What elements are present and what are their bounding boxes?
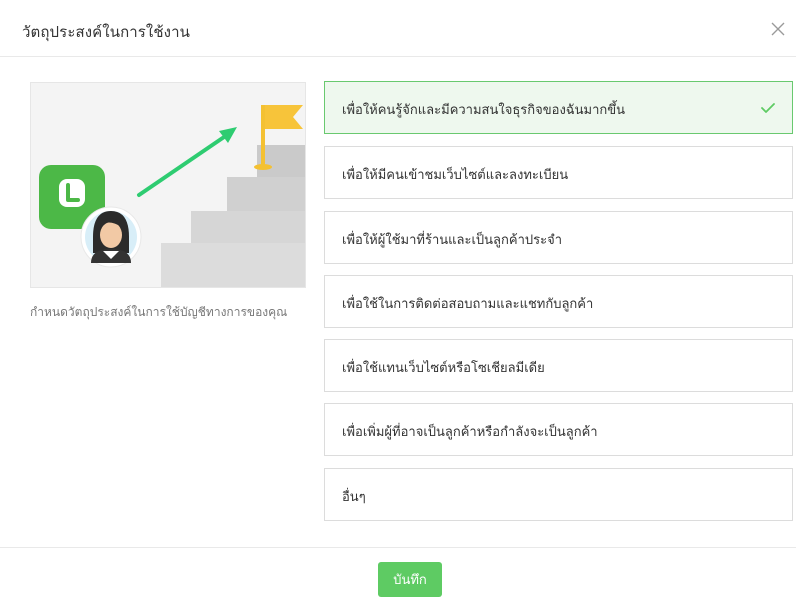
option-label: เพื่อให้คนรู้จักและมีความสนใจธุรกิจของฉั… xyxy=(342,103,626,118)
option-website-visits[interactable]: เพื่อให้มีคนเข้าชมเว็บไซต์และลงทะเบียน xyxy=(324,146,793,199)
option-label: อื่นๆ xyxy=(342,490,366,505)
option-label: เพื่อให้ผู้ใช้มาที่ร้านและเป็นลูกค้าประจ… xyxy=(342,233,563,248)
option-replace-website[interactable]: เพื่อใช้แทนเว็บไซต์หรือโซเชียลมีเดีย xyxy=(324,339,793,392)
avatar xyxy=(80,206,142,268)
option-label: เพื่อใช้ในการติดต่อสอบถามและแชทกับลูกค้า xyxy=(342,297,594,312)
purpose-description: กำหนดวัตถุประสงค์ในการใช้บัญชีทางการของค… xyxy=(30,305,288,319)
close-icon[interactable] xyxy=(770,21,786,37)
option-brand-awareness[interactable]: เพื่อให้คนรู้จักและมีความสนใจธุรกิจของฉั… xyxy=(324,81,793,134)
option-label: เพื่อให้มีคนเข้าชมเว็บไซต์และลงทะเบียน xyxy=(342,168,569,183)
purpose-dialog: วัตถุประสงค์ในการใช้งาน กำหนดวัตถุประสงค… xyxy=(0,0,796,597)
option-other[interactable]: อื่นๆ xyxy=(324,468,793,521)
save-button[interactable]: บันทึก xyxy=(378,562,442,597)
dialog-footer: บันทึก xyxy=(0,547,796,597)
option-lead-generation[interactable]: เพื่อเพิ่มผู้ที่อาจเป็นลูกค้าหรือกำลังจะ… xyxy=(324,403,793,456)
option-customer-chat[interactable]: เพื่อใช้ในการติดต่อสอบถามและแชทกับลูกค้า xyxy=(324,275,793,328)
dialog-header: วัตถุประสงค์ในการใช้งาน xyxy=(0,0,796,57)
option-label: เพื่อเพิ่มผู้ที่อาจเป็นลูกค้าหรือกำลังจะ… xyxy=(342,425,598,440)
option-label: เพื่อใช้แทนเว็บไซต์หรือโซเชียลมีเดีย xyxy=(342,361,545,376)
growth-arrow-icon xyxy=(137,127,237,197)
dialog-title: วัตถุประสงค์ในการใช้งาน xyxy=(22,23,190,41)
purpose-illustration xyxy=(30,82,306,288)
option-store-visits[interactable]: เพื่อให้ผู้ใช้มาที่ร้านและเป็นลูกค้าประจ… xyxy=(324,211,793,264)
check-icon xyxy=(761,103,775,113)
